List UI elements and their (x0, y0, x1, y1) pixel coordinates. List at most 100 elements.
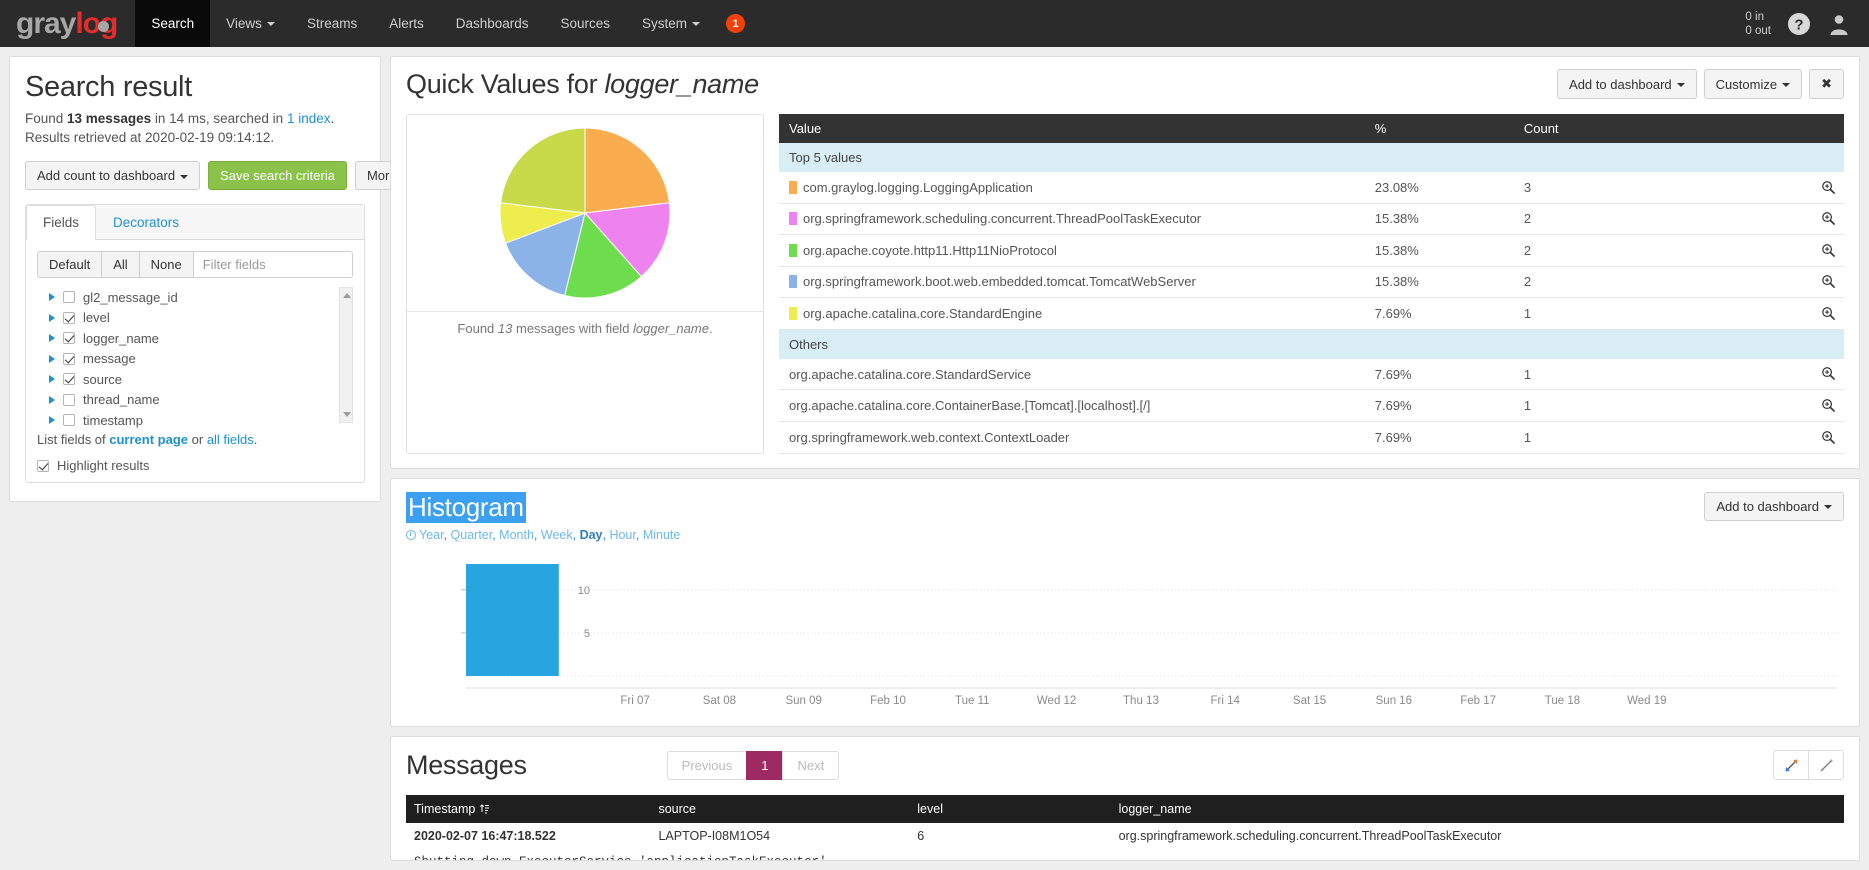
field-checkbox[interactable] (63, 332, 75, 345)
fields-preset-default[interactable]: Default (37, 251, 102, 278)
field-row-thread-name[interactable]: thread_name (37, 390, 353, 411)
table-row[interactable]: org.apache.catalina.core.ContainerBase.[… (779, 389, 1844, 422)
expand-triangle-icon[interactable] (49, 313, 55, 322)
notifications-badge-wrap[interactable]: 1 (716, 0, 755, 47)
nav-item-system[interactable]: System (626, 0, 716, 47)
table-row[interactable]: org.apache.catalina.core.StandardEngine 7… (779, 297, 1844, 330)
field-row-timestamp[interactable]: timestamp (37, 410, 353, 431)
percent-cell: 23.08% (1364, 172, 1514, 204)
histogram-chart[interactable] (406, 556, 1844, 716)
nav-item-views[interactable]: Views (210, 0, 291, 47)
user-avatar-icon[interactable] (1827, 12, 1851, 36)
messages-column-timestamp[interactable]: Timestamp (406, 794, 651, 823)
magnifier-zoom-icon[interactable] (1820, 306, 1836, 322)
nav-item-alerts[interactable]: Alerts (373, 0, 440, 47)
pie-slice[interactable] (500, 127, 586, 214)
histogram-add-to-dashboard-button[interactable]: Add to dashboard (1704, 491, 1844, 521)
nav-item-dashboards[interactable]: Dashboards (440, 0, 545, 47)
expand-triangle-icon[interactable] (49, 334, 55, 343)
tab-decorators[interactable]: Decorators (96, 205, 196, 240)
histogram-bar[interactable] (466, 563, 559, 676)
pie-slice[interactable] (584, 127, 670, 214)
scroll-down-icon[interactable] (343, 412, 351, 417)
interval-quarter[interactable]: Quarter (451, 528, 493, 542)
magnifier-zoom-icon[interactable] (1820, 430, 1836, 446)
interval-hour[interactable]: Hour (609, 528, 635, 542)
interval-week[interactable]: Week (541, 528, 573, 542)
expand-triangle-icon[interactable] (49, 395, 55, 404)
pagination-next-button[interactable]: Next (782, 750, 840, 780)
column-header-percent[interactable]: % (1364, 114, 1514, 143)
nav-item-sources[interactable]: Sources (545, 0, 627, 47)
table-row[interactable]: org.springframework.web.context.ContextL… (779, 421, 1844, 454)
expand-triangle-icon[interactable] (49, 416, 55, 425)
messages-column-logger-name[interactable]: logger_name (1110, 794, 1844, 823)
column-header-value[interactable]: Value (779, 114, 1365, 143)
field-row-logger-name[interactable]: logger_name (37, 328, 353, 349)
help-circle-icon[interactable]: ? (1787, 12, 1811, 36)
messages-column-level[interactable]: level (909, 794, 1111, 823)
table-row[interactable]: org.springframework.scheduling.concurren… (779, 203, 1844, 236)
field-checkbox[interactable] (63, 414, 75, 427)
save-search-criteria-button[interactable]: Save search criteria (208, 161, 347, 190)
messages-view-actions (1773, 750, 1844, 780)
field-row-level[interactable]: level (37, 308, 353, 329)
graylog-logo[interactable]: gray log (0, 0, 135, 47)
pagination-previous-button[interactable]: Previous (666, 750, 748, 780)
table-row[interactable]: 2020-02-07 16:47:18.522 LAPTOP-I08M1O54 … (406, 823, 1844, 849)
tab-fields[interactable]: Fields (26, 205, 97, 240)
collapse-all-icon[interactable] (1808, 750, 1844, 780)
nav-item-search[interactable]: Search (135, 0, 211, 47)
filter-fields-input[interactable] (192, 251, 353, 278)
magnifier-zoom-icon[interactable] (1820, 243, 1836, 259)
magnifier-zoom-icon[interactable] (1820, 366, 1836, 382)
interval-year[interactable]: Year (419, 528, 444, 542)
field-checkbox[interactable] (63, 311, 75, 324)
expand-triangle-icon[interactable] (49, 375, 55, 384)
field-list-scrollbar[interactable] (339, 287, 353, 423)
value-cell: org.springframework.boot.web.embedded.to… (779, 266, 1365, 299)
fields-preset-all[interactable]: All (101, 251, 139, 278)
qv-add-to-dashboard-button[interactable]: Add to dashboard (1557, 69, 1697, 99)
expand-all-icon[interactable] (1773, 750, 1809, 780)
qv-customize-button[interactable]: Customize (1703, 69, 1803, 99)
field-row-source[interactable]: source (37, 369, 353, 390)
table-row[interactable]: org.springframework.boot.web.embedded.to… (779, 266, 1844, 299)
magnifier-zoom-icon[interactable] (1820, 180, 1836, 196)
highlight-results-row[interactable]: Highlight results (37, 458, 353, 473)
index-link[interactable]: 1 index (287, 111, 331, 126)
magnifier-zoom-icon[interactable] (1820, 211, 1836, 227)
pie-chart[interactable] (499, 127, 671, 299)
field-checkbox[interactable] (63, 393, 75, 406)
table-row[interactable]: com.graylog.logging.LoggingApplication 23… (779, 172, 1844, 204)
field-checkbox[interactable] (63, 373, 75, 386)
table-row[interactable]: org.apache.catalina.core.StandardService… (779, 358, 1844, 391)
pagination-page-1-button[interactable]: 1 (746, 750, 784, 780)
column-header-count[interactable]: Count (1513, 114, 1781, 143)
list-fields-current-page-link[interactable]: current page (109, 432, 188, 447)
notification-count-badge[interactable]: 1 (726, 14, 746, 33)
magnifier-zoom-icon[interactable] (1820, 398, 1836, 414)
nav-item-streams[interactable]: Streams (291, 0, 373, 47)
table-row[interactable]: org.apache.coyote.http11.Http11NioProtoc… (779, 234, 1844, 267)
expand-triangle-icon[interactable] (49, 293, 55, 302)
interval-month[interactable]: Month (499, 528, 534, 542)
add-count-to-dashboard-button[interactable]: Add count to dashboard (25, 161, 201, 190)
field-row-gl2-message-id[interactable]: gl2_message_id (37, 287, 353, 308)
brand-text-gray: gray (16, 6, 76, 40)
field-row-message[interactable]: message (37, 349, 353, 370)
interval-minute[interactable]: Minute (643, 528, 681, 542)
messages-column-source[interactable]: source (650, 794, 910, 823)
list-fields-all-link[interactable]: all fields (207, 432, 254, 447)
highlight-results-checkbox[interactable] (37, 459, 49, 472)
qv-close-button[interactable]: ✖ (1809, 69, 1844, 99)
table-row-body[interactable]: Shutting down ExecutorService 'applicati… (406, 849, 1844, 861)
fields-preset-none[interactable]: None (138, 251, 193, 278)
field-checkbox[interactable] (63, 291, 75, 304)
expand-triangle-icon[interactable] (49, 354, 55, 363)
magnifier-zoom-icon[interactable] (1820, 274, 1836, 290)
field-label: timestamp (83, 412, 143, 428)
interval-day[interactable]: Day (580, 528, 603, 542)
scroll-up-icon[interactable] (343, 293, 351, 298)
field-checkbox[interactable] (63, 352, 75, 365)
